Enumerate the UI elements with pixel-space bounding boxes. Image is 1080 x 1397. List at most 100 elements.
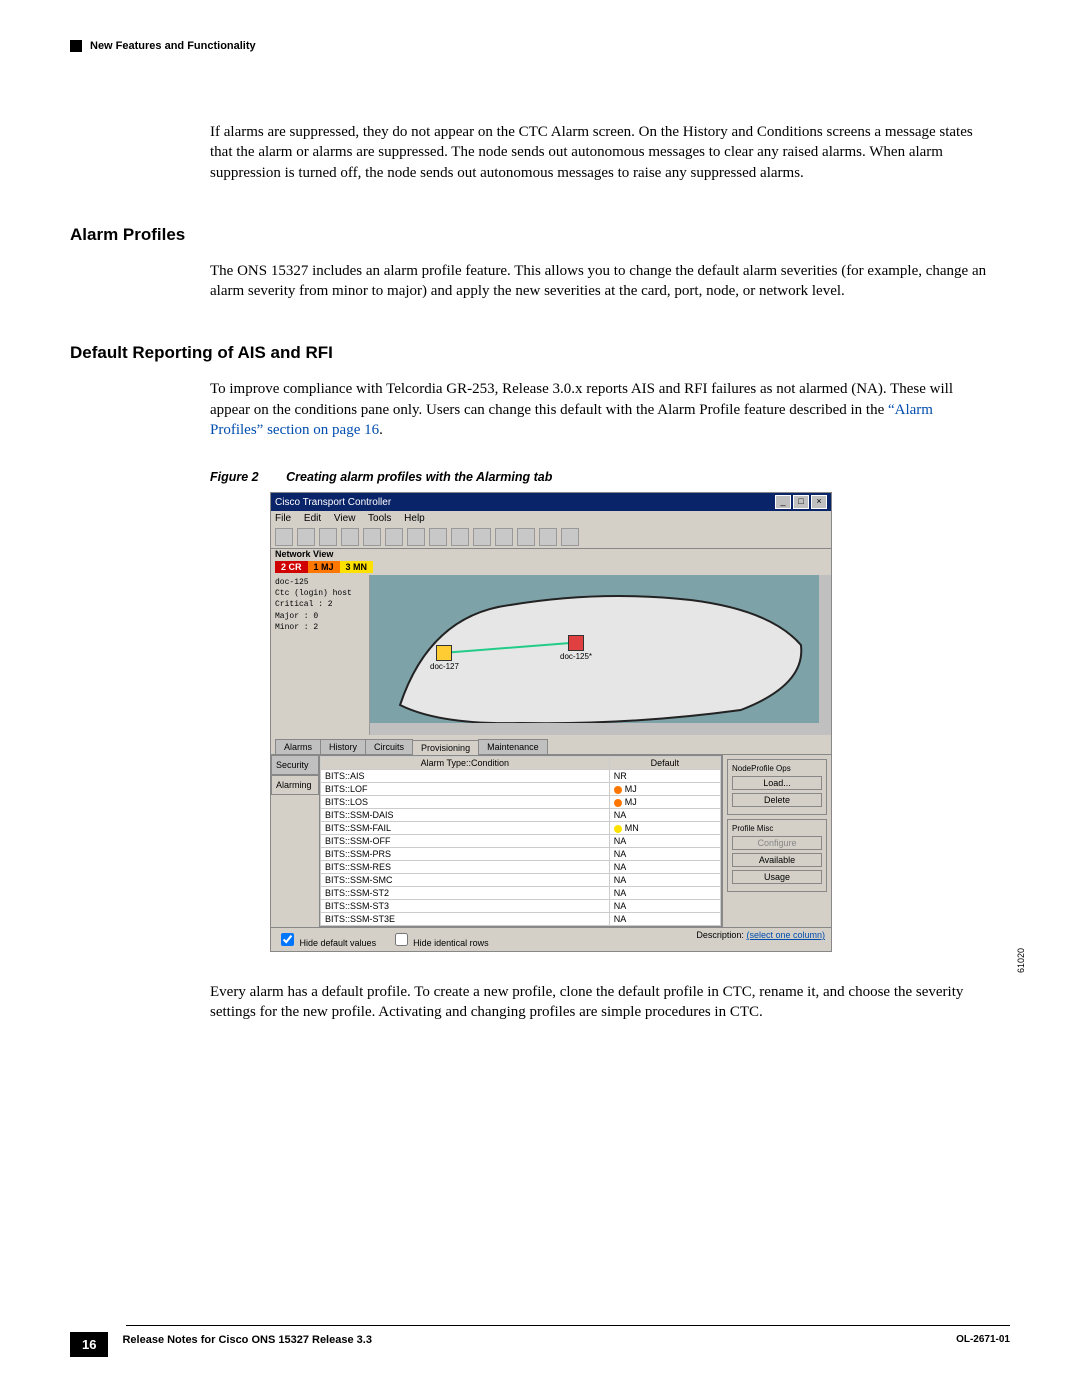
toolbar-icon[interactable] xyxy=(319,528,337,546)
toolbar-icon[interactable] xyxy=(561,528,579,546)
cell-condition: BITS::AIS xyxy=(321,770,610,783)
toolbar-icon[interactable] xyxy=(363,528,381,546)
toolbar-icon[interactable] xyxy=(407,528,425,546)
cell-default: NR xyxy=(609,770,720,783)
select-column-link[interactable]: (select one column) xyxy=(746,930,825,940)
table-row[interactable]: BITS::SSM-RESNA xyxy=(321,861,721,874)
cell-default: NA xyxy=(609,887,720,900)
cell-condition: BITS::SSM-DAIS xyxy=(321,809,610,822)
delete-button[interactable]: Delete xyxy=(732,793,822,807)
header-section-name: New Features and Functionality xyxy=(90,40,256,52)
hide-default-checkbox[interactable]: Hide default values xyxy=(277,938,376,948)
table-row[interactable]: BITS::AISNR xyxy=(321,770,721,783)
tab-alarms[interactable]: Alarms xyxy=(275,739,321,754)
cell-condition: BITS::SSM-ST3 xyxy=(321,900,610,913)
severity-dot-icon xyxy=(614,825,622,833)
status-badges: 2 CR 1 MJ 3 MN xyxy=(275,561,827,573)
sidebar-line: Ctc (login) host xyxy=(275,588,365,599)
toolbar-icon[interactable] xyxy=(495,528,513,546)
toolbar-icon[interactable] xyxy=(385,528,403,546)
side-tab-alarming[interactable]: Alarming xyxy=(271,775,319,795)
table-row[interactable]: BITS::SSM-DAISNA xyxy=(321,809,721,822)
toolbar-icon[interactable] xyxy=(473,528,491,546)
cell-default: NA xyxy=(609,913,720,926)
node-info-sidebar: doc-125 Ctc (login) host Critical : 2 Ma… xyxy=(271,575,370,735)
cell-condition: BITS::SSM-PRS xyxy=(321,848,610,861)
cell-default: NA xyxy=(609,848,720,861)
severity-dot-icon xyxy=(614,799,622,807)
alarm-table: Alarm Type::Condition Default BITS::AISN… xyxy=(319,755,722,927)
available-button[interactable]: Available xyxy=(732,853,822,867)
sidebar-line: Critical : 2 xyxy=(275,599,365,610)
node-icon xyxy=(436,645,452,661)
table-row[interactable]: BITS::SSM-FAILMN xyxy=(321,822,721,835)
toolbar-icon[interactable] xyxy=(539,528,557,546)
tab-maintenance[interactable]: Maintenance xyxy=(478,739,548,754)
toolbar-icon[interactable] xyxy=(275,528,293,546)
tab-circuits[interactable]: Circuits xyxy=(365,739,413,754)
vertical-scrollbar[interactable] xyxy=(819,575,831,735)
ops-group1-title: NodeProfile Ops xyxy=(732,764,822,773)
close-button[interactable]: × xyxy=(811,495,827,509)
table-row[interactable]: BITS::SSM-ST3ENA xyxy=(321,913,721,926)
badge-critical: 2 CR xyxy=(275,561,308,573)
cell-default: MJ xyxy=(609,783,720,796)
table-row[interactable]: BITS::SSM-PRSNA xyxy=(321,848,721,861)
network-map[interactable]: doc-127 doc-125* xyxy=(370,575,831,735)
default-reporting-text-before: To improve compliance with Telcordia GR-… xyxy=(210,381,953,417)
map-node[interactable]: doc-127 xyxy=(430,645,459,671)
usage-button[interactable]: Usage xyxy=(732,870,822,884)
table-row[interactable]: BITS::LOSMJ xyxy=(321,796,721,809)
menu-help[interactable]: Help xyxy=(404,513,425,524)
menu-edit[interactable]: Edit xyxy=(304,513,321,524)
badge-major: 1 MJ xyxy=(308,561,340,573)
table-row[interactable]: BITS::SSM-ST3NA xyxy=(321,900,721,913)
menu-view[interactable]: View xyxy=(334,513,356,524)
table-row[interactable]: BITS::SSM-ST2NA xyxy=(321,887,721,900)
page-number: 16 xyxy=(70,1332,108,1357)
footer-docid: OL-2671-01 xyxy=(956,1332,1010,1345)
menu-file[interactable]: File xyxy=(275,513,291,524)
tab-provisioning[interactable]: Provisioning xyxy=(412,740,479,755)
node-label: doc-125* xyxy=(560,652,592,661)
cell-condition: BITS::SSM-RES xyxy=(321,861,610,874)
map-node[interactable]: doc-125* xyxy=(560,635,592,661)
cell-condition: BITS::SSM-FAIL xyxy=(321,822,610,835)
table-row[interactable]: BITS::SSM-SMCNA xyxy=(321,874,721,887)
node-icon xyxy=(568,635,584,651)
page-footer: 16 Release Notes for Cisco ONS 15327 Rel… xyxy=(70,1325,1010,1357)
minimize-button[interactable]: _ xyxy=(775,495,791,509)
toolbar-icon[interactable] xyxy=(297,528,315,546)
profile-ops-panel: NodeProfile Ops Load... Delete Profile M… xyxy=(722,755,831,927)
toolbar-icon[interactable] xyxy=(429,528,447,546)
side-tab-security[interactable]: Security xyxy=(271,755,319,775)
heading-default-reporting: Default Reporting of AIS and RFI xyxy=(70,343,1010,363)
figure-number: Figure 2 xyxy=(210,470,259,484)
cell-default: MJ xyxy=(609,796,720,809)
figure-caption: Figure 2 Creating alarm profiles with th… xyxy=(210,470,1010,484)
ops-group2-title: Profile Misc xyxy=(732,824,822,833)
col-header-condition[interactable]: Alarm Type::Condition xyxy=(321,757,610,770)
severity-dot-icon xyxy=(614,786,622,794)
ctc-screenshot: Cisco Transport Controller _ □ × File Ed… xyxy=(270,492,832,952)
node-label: doc-127 xyxy=(430,662,459,671)
cell-default: NA xyxy=(609,874,720,887)
maximize-button[interactable]: □ xyxy=(793,495,809,509)
horizontal-scrollbar[interactable] xyxy=(370,723,819,735)
intro-paragraph: If alarms are suppressed, they do not ap… xyxy=(210,122,990,183)
load-button[interactable]: Load... xyxy=(732,776,822,790)
col-header-default[interactable]: Default xyxy=(609,757,720,770)
cell-default: MN xyxy=(609,822,720,835)
tab-history[interactable]: History xyxy=(320,739,366,754)
toolbar-icon[interactable] xyxy=(451,528,469,546)
table-row[interactable]: BITS::SSM-OFFNA xyxy=(321,835,721,848)
toolbar-icon[interactable] xyxy=(341,528,359,546)
alarm-profiles-paragraph: The ONS 15327 includes an alarm profile … xyxy=(210,261,990,302)
badge-minor: 3 MN xyxy=(340,561,374,573)
cell-condition: BITS::SSM-ST2 xyxy=(321,887,610,900)
table-row[interactable]: BITS::LOFMJ xyxy=(321,783,721,796)
toolbar-icon[interactable] xyxy=(517,528,535,546)
figure-caption-text: Creating alarm profiles with the Alarmin… xyxy=(286,470,552,484)
hide-identical-checkbox[interactable]: Hide identical rows xyxy=(391,938,489,948)
menu-tools[interactable]: Tools xyxy=(368,513,391,524)
